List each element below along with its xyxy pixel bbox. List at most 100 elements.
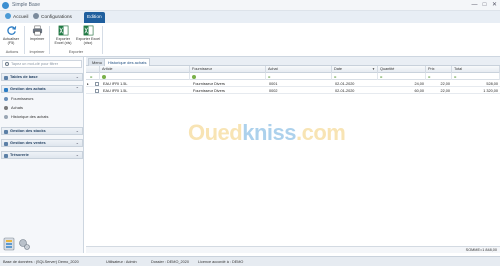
row-indicator-icon: ▸ [87,82,89,86]
tab-configurations[interactable]: Configurations [30,12,75,23]
sidebar-footer [3,237,43,252]
supplier-icon [4,97,8,101]
excel-export-icon [83,25,93,36]
history-icon [4,115,8,119]
cell-achat: 0002 [269,89,278,93]
filter-equals-icon: = [380,73,383,79]
cell-quantite: 60,00 [414,89,424,93]
filter-equals-icon: = [268,73,271,79]
treasury-icon [4,153,8,158]
watermark: Ouedkniss.com [188,120,346,145]
sidebar-item-historique-des-achats[interactable]: Historique des achats [4,114,48,120]
column-header-quantite[interactable]: Quantité [378,66,426,73]
sales-icon [4,141,8,146]
column-header-achat[interactable]: Achat [266,66,332,73]
column-header-date[interactable]: Date ▼ [332,66,378,73]
search-icon [5,62,9,66]
nav-group-gestion-des-achats[interactable]: Gestion des achats ⌃ [1,85,83,93]
group-label-actions: Actions [5,50,19,54]
printer-icon [32,25,42,36]
grid-header: Article Fournisseur Achat Date ▼ Quantit… [86,66,500,73]
sidebar-item-fournisseurs[interactable]: Fournisseurs [4,96,34,102]
cell-article: EAU IFRI 1.5L [103,82,128,86]
table-row[interactable]: EAU IFRI 1.5L Fournisseur Divers 0002 02… [86,88,500,94]
cell-achat: 0001 [269,82,278,86]
export-xlsx-button[interactable]: Exporter Excel (xlsx) [76,25,100,45]
refresh-button[interactable]: Actualiser (F5) [2,25,20,45]
column-header-fournisseur[interactable]: Fournisseur [190,66,266,73]
chevron-down-icon: ⌄ [75,128,79,133]
navigation-pane: Tapez un mot-clé pour filtrer Tables de … [0,57,84,253]
filter-icon [192,74,196,79]
filter-achat[interactable]: = [266,73,332,80]
export-xls-button[interactable]: Exporter Excel (xls) [52,25,74,45]
cell-article: EAU IFRI 1.5L [103,89,128,93]
table-icon [4,75,8,80]
filter-row: = = = = = = [86,73,500,80]
ribbon-separator [49,26,50,54]
settings-icon[interactable] [18,237,30,251]
cell-prix: 22,00 [440,89,450,93]
row-checkbox[interactable] [95,89,99,93]
filter-article[interactable] [100,73,190,80]
sidebar-item-achats[interactable]: Achats [4,105,23,111]
status-user: Utilisateur : Admin [106,260,137,264]
cell-quantite: 24,00 [414,82,424,86]
filter-total[interactable]: = [452,73,500,80]
purchase-history-grid: Article Fournisseur Achat Date ▼ Quantit… [86,66,500,246]
filter-fournisseur[interactable] [190,73,266,80]
filter-equals-icon: = [428,73,431,79]
maximize-button[interactable]: □ [480,1,489,10]
search-input[interactable]: Tapez un mot-clé pour filtrer [2,60,82,68]
tab-edition[interactable]: Edition [84,12,105,23]
print-button[interactable]: Imprimer [28,25,46,41]
cell-fournisseur: Fournisseur Divers [193,89,225,93]
refresh-icon [6,26,16,35]
chevron-up-icon: ⌃ [75,86,79,91]
row-checkbox[interactable] [95,82,99,86]
tab-accueil[interactable]: Accueil [2,12,31,23]
nav-group-tresorerie[interactable]: Trésorerie ⌄ [1,151,83,159]
database-icon[interactable] [3,237,15,251]
nav-group-gestion-des-ventes[interactable]: Gestion des ventes ⌄ [1,139,83,147]
minimize-button[interactable]: — [470,1,479,10]
status-license: Licence accordé à : DEMO [198,260,244,264]
app-logo-icon [2,2,9,9]
status-folder: Dossier : DEMO_2020 [151,260,189,264]
tab-historique-des-achats[interactable]: Historique des achats [104,58,151,66]
filter-cell: = [86,73,100,80]
filter-icon [102,74,106,79]
filter-date[interactable]: = [332,73,378,80]
filter-equals-icon: = [334,73,337,79]
cell-total: 528,00 [486,82,498,86]
gear-icon [33,13,39,19]
ribbon: Actualiser (F5) Imprimer Exporter Excel … [0,23,500,57]
nav-group-tables-de-base[interactable]: Tables de base ⌄ [1,73,83,81]
chevron-down-icon: ⌄ [75,140,79,145]
cell-prix: 22,00 [440,82,450,86]
column-header-indicator [86,66,100,73]
home-icon [5,13,11,19]
status-bar: Base de données : (SQLServer) Demo_2020 … [0,256,500,266]
column-header-article[interactable]: Article [100,66,190,73]
table-row[interactable]: ▸ EAU IFRI 1.5L Fournisseur Divers 0001 … [86,81,500,87]
window-title: Simple Base [12,2,41,8]
filter-prix[interactable]: = [426,73,452,80]
close-button[interactable]: ✕ [490,1,499,10]
column-header-total[interactable]: Total [452,66,500,73]
ribbon-separator [24,26,25,54]
purchase-icon [4,106,8,110]
cell-date: 02-01-2020 [335,89,355,93]
chevron-down-icon: ⌄ [75,74,79,79]
nav-group-gestion-des-stocks[interactable]: Gestion des stocks ⌄ [1,127,83,135]
chevron-down-icon: ⌄ [75,152,79,157]
column-header-prix[interactable]: Prix [426,66,452,73]
filter-equals-icon: = [454,73,457,79]
cell-total: 1 320,00 [483,89,498,93]
group-label-imprimer: Imprimer [29,50,45,54]
cart-icon [4,87,8,92]
filter-quantite[interactable]: = [378,73,426,80]
stock-icon [4,129,8,134]
sort-descending-icon: ▼ [372,67,375,71]
group-label-exporter: Exporter [68,50,84,54]
